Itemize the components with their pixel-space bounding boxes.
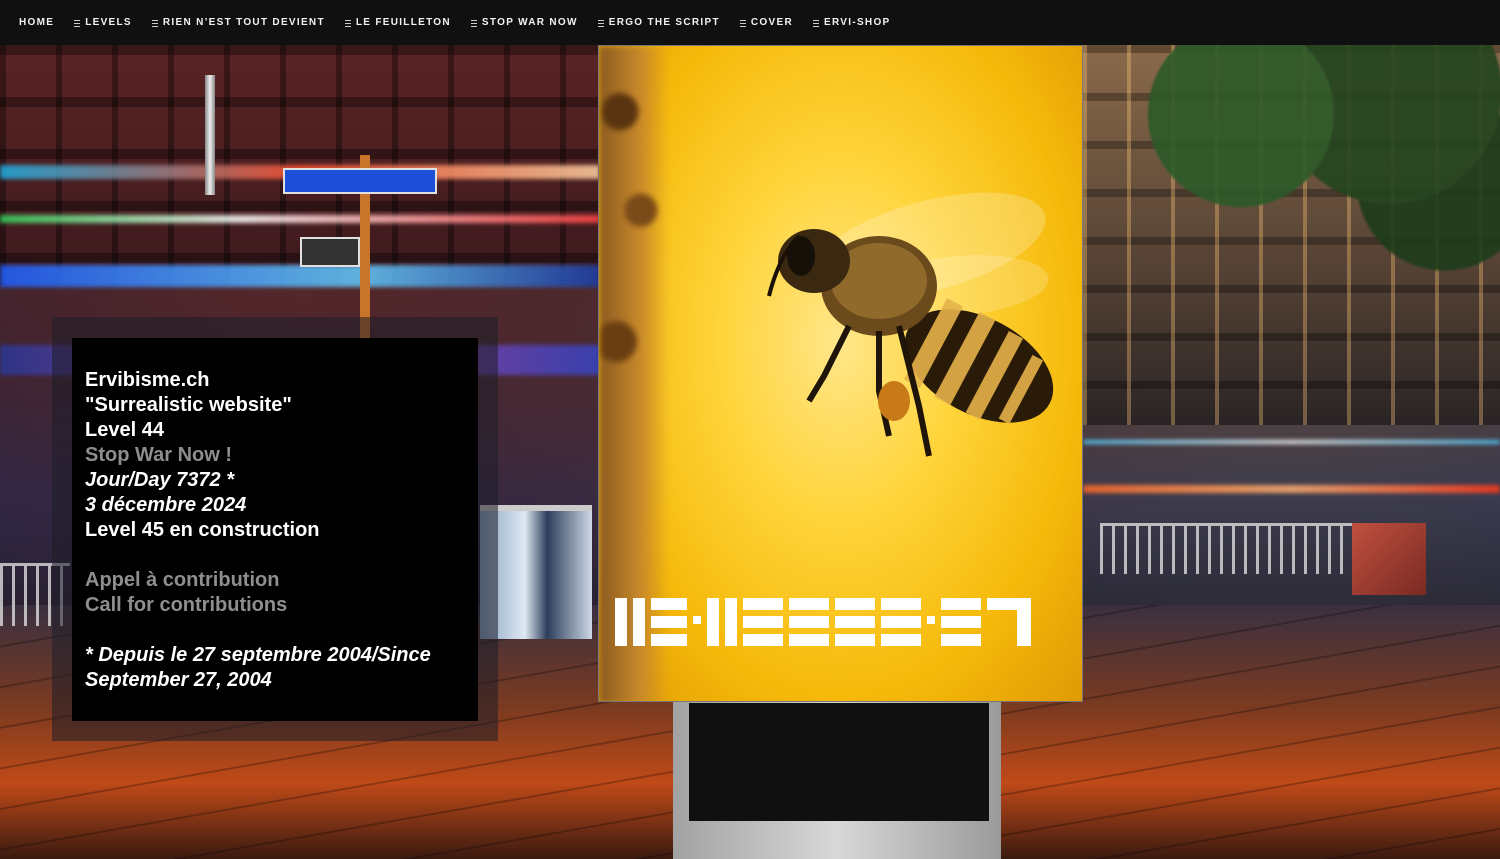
- direction-sign: [300, 237, 360, 267]
- tree-foliage: [1130, 45, 1500, 275]
- menu-icon: [597, 20, 604, 27]
- menu-icon: [151, 20, 158, 27]
- nav-ergo-the-script[interactable]: ERGO THE SCRIPT: [597, 17, 720, 28]
- nav-rien-nest-tout-devient[interactable]: RIEN N’EST TOUT DEVIENT: [151, 17, 325, 28]
- light-streak: [1083, 485, 1500, 493]
- current-level: Level 44: [85, 419, 164, 441]
- info-panel: Ervibisme.ch "Surrealistic website" Leve…: [72, 338, 478, 721]
- nav-rien-label: RIEN N’EST TOUT DEVIENT: [162, 17, 325, 28]
- current-date: 3 décembre 2024: [85, 494, 247, 516]
- nav-feuilleton-label: LE FEUILLETON: [355, 17, 451, 28]
- light-streak: [0, 215, 600, 223]
- nav-le-feuilleton[interactable]: LE FEUILLETON: [344, 17, 451, 28]
- site-tagline: "Surrealistic website": [85, 394, 292, 416]
- nav-ergo-label: ERGO THE SCRIPT: [608, 17, 720, 28]
- menu-icon: [739, 20, 746, 27]
- contribution-link-en[interactable]: Call for contributions: [85, 593, 478, 618]
- menu-icon: [812, 20, 819, 27]
- bee-image: [767, 192, 1054, 457]
- nav-shop-label: ERVI-SHOP: [823, 17, 891, 28]
- stop-war-link[interactable]: Stop War Now !: [85, 443, 478, 468]
- concrete-block: [1352, 523, 1426, 595]
- top-navigation: HOME LEVELS RIEN N’EST TOUT DEVIENT LE F…: [0, 0, 1500, 45]
- nav-stop-war-now[interactable]: STOP WAR NOW: [470, 17, 578, 28]
- since-note-line2: September 27, 2004: [85, 669, 272, 691]
- nav-home-label: HOME: [19, 17, 55, 28]
- nav-ervi-shop[interactable]: ERVI-SHOP: [812, 17, 891, 28]
- billboard-stand-panel: [689, 703, 989, 821]
- billboard-poster: [598, 45, 1083, 702]
- menu-icon: [470, 20, 477, 27]
- day-counter: Jour/Day 7372 *: [85, 469, 234, 491]
- nav-stop-war-label: STOP WAR NOW: [481, 17, 578, 28]
- menu-icon: [74, 20, 81, 27]
- light-streak: [1083, 440, 1500, 444]
- since-note-line1: * Depuis le 27 septembre 2004/Since: [85, 644, 431, 666]
- nav-cover-label: COVER: [750, 17, 793, 28]
- nav-levels-label: LEVELS: [85, 17, 132, 28]
- nav-cover[interactable]: COVER: [739, 17, 793, 28]
- railing: [1100, 523, 1360, 574]
- next-level-status: Level 45 en construction: [85, 519, 320, 541]
- street-lamp: [205, 75, 215, 195]
- poster-logo-glyphs: [615, 598, 1031, 646]
- direction-sign: [283, 168, 437, 194]
- menu-icon: [344, 20, 351, 27]
- light-streak: [0, 265, 600, 287]
- nav-levels[interactable]: LEVELS: [74, 17, 132, 28]
- nav-home[interactable]: HOME: [19, 17, 54, 28]
- site-name: Ervibisme.ch: [85, 369, 210, 391]
- contribution-link-fr[interactable]: Appel à contribution: [85, 568, 478, 593]
